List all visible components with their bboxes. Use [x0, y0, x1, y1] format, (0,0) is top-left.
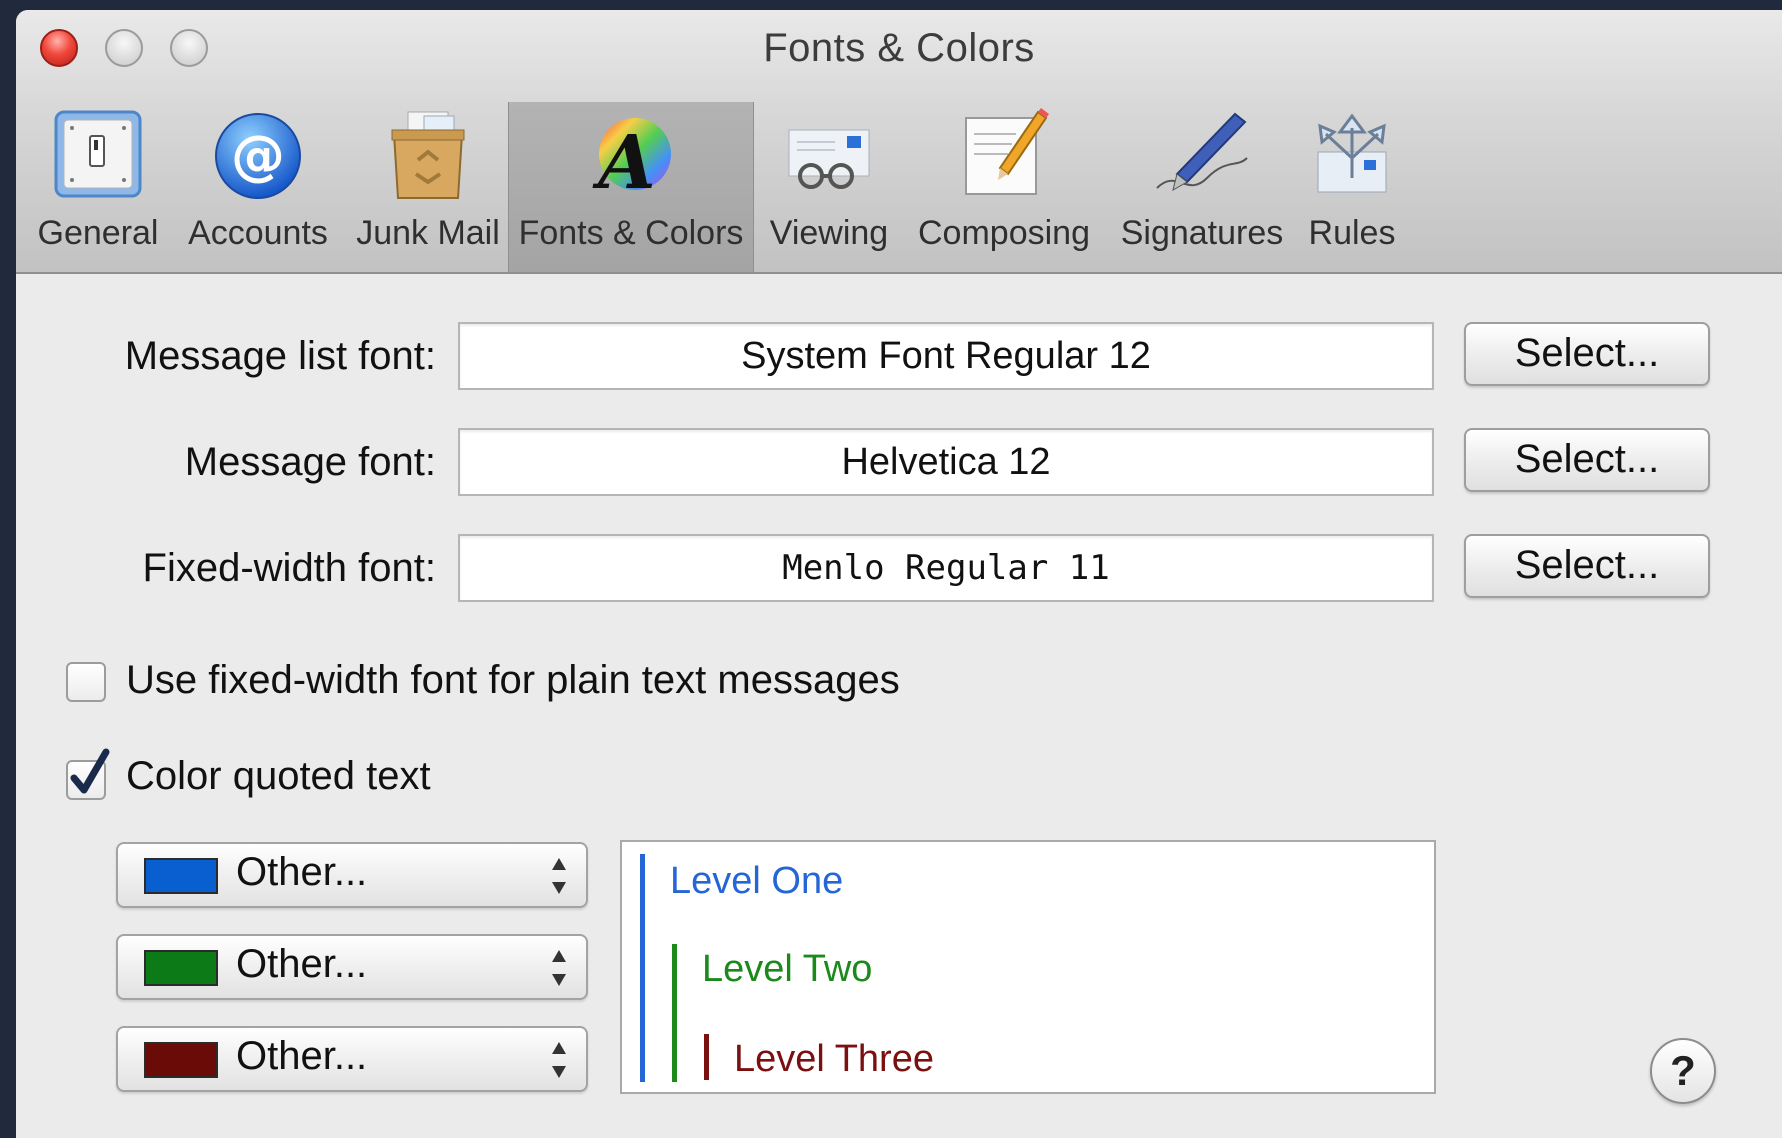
window-title: Fonts & Colors [763, 26, 1035, 70]
up-down-arrows-icon [552, 858, 566, 894]
level-one-quote-bar [640, 854, 645, 1082]
toolbar-label: Signatures [1120, 214, 1284, 252]
rules-arrows-icon [1304, 108, 1400, 209]
fonts-colors-icon: A [583, 108, 679, 209]
message-font-field: Helvetica 12 [458, 428, 1434, 496]
use-fixed-width-checkbox[interactable] [66, 662, 106, 702]
color-swatch [144, 1042, 218, 1078]
message-list-font-field: System Font Regular 12 [458, 322, 1434, 390]
toolbar-item-fonts-colors[interactable]: A Fonts & Colors [508, 102, 754, 272]
color-swatch [144, 950, 218, 986]
level-three-color-popup[interactable]: Other... [116, 1026, 588, 1092]
toolbar-item-signatures[interactable]: Signatures [1112, 102, 1292, 272]
fixed-width-font-field: Menlo Regular 11 [458, 534, 1434, 602]
junk-mail-icon [380, 108, 476, 209]
color-quoted-text-label: Color quoted text [126, 754, 431, 798]
svg-text:A: A [592, 120, 655, 204]
signature-pen-icon [1147, 108, 1257, 209]
toolbar-label: Fonts & Colors [518, 214, 744, 252]
toolbar-item-rules[interactable]: Rules [1292, 102, 1412, 272]
toolbar-label: General [37, 214, 159, 252]
message-list-font-label: Message list font: [124, 334, 436, 378]
level-three-quote-bar [704, 1034, 709, 1080]
toolbar-label: Junk Mail [356, 214, 500, 252]
svg-text:@: @ [231, 124, 285, 187]
toolbar-label: Viewing [769, 214, 889, 252]
up-down-arrows-icon [552, 950, 566, 986]
popup-label: Other... [236, 942, 368, 986]
preferences-window: Fonts & Colors General @ Accounts Junk M… [16, 10, 1782, 1138]
toolbar-item-viewing[interactable]: Viewing [764, 102, 894, 272]
level-two-color-popup[interactable]: Other... [116, 934, 588, 1000]
message-font-select-button[interactable]: Select... [1464, 428, 1710, 492]
level-two-text: Level Two [702, 948, 873, 990]
at-sign-icon: @ [210, 108, 306, 209]
toolbar-item-junk-mail[interactable]: Junk Mail [348, 102, 508, 272]
popup-label: Other... [236, 850, 368, 894]
general-switch-icon [50, 108, 146, 209]
toolbar-label: Accounts [188, 214, 328, 252]
toolbar-item-composing[interactable]: Composing [912, 102, 1096, 272]
checkmark-icon [70, 748, 110, 794]
message-font-label: Message font: [184, 440, 436, 484]
toolbar-label: Rules [1308, 214, 1396, 252]
toolbar-item-general[interactable]: General [34, 102, 162, 272]
level-three-text: Level Three [734, 1038, 934, 1080]
popup-label: Other... [236, 1034, 368, 1078]
composing-pencil-icon [956, 108, 1052, 209]
toolbar-label: Composing [918, 214, 1090, 252]
color-quoted-text-checkbox[interactable] [66, 748, 110, 800]
help-button[interactable]: ? [1650, 1038, 1716, 1104]
use-fixed-width-label: Use fixed-width font for plain text mess… [126, 658, 900, 702]
level-one-text: Level One [670, 860, 844, 902]
quoted-text-preview: Level One Level Two Level Three [620, 840, 1436, 1094]
level-two-quote-bar [672, 944, 677, 1082]
viewing-glasses-icon [779, 108, 879, 209]
color-swatch [144, 858, 218, 894]
fixed-width-font-select-button[interactable]: Select... [1464, 534, 1710, 598]
message-list-font-select-button[interactable]: Select... [1464, 322, 1710, 386]
fixed-width-font-label: Fixed-width font: [142, 546, 436, 590]
up-down-arrows-icon [552, 1042, 566, 1078]
level-one-color-popup[interactable]: Other... [116, 842, 588, 908]
toolbar-item-accounts[interactable]: @ Accounts [178, 102, 338, 272]
title-bar: Fonts & Colors General @ Accounts Junk M… [16, 10, 1782, 274]
